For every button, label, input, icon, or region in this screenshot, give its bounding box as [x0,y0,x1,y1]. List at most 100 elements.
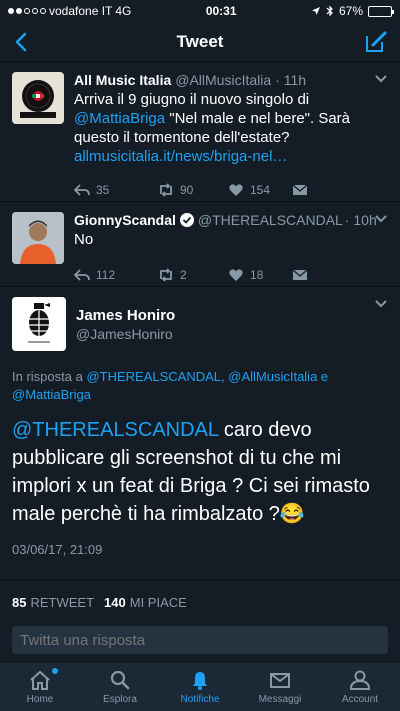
retweet-total[interactable]: 85 [12,595,26,610]
tab-bar: Home Esplora Notifiche Messaggi Account [0,661,400,711]
reply-icon [74,269,90,281]
tweet-header: All Music Italia @AllMusicItalia · 11h [74,72,388,88]
signal-icon [8,8,46,14]
avatar[interactable] [12,72,64,124]
like-button[interactable]: 18 [228,267,292,283]
vinyl-logo-icon [20,80,56,118]
retweet-count: 90 [180,183,194,197]
tweet-body: GionnyScandal @THEREALSCANDAL · 10h No 1… [74,212,388,286]
heart-icon [229,184,243,196]
dm-button[interactable] [292,267,308,283]
tab-notifications[interactable]: Notifiche [160,662,240,711]
tweet-timestamp: 03/06/17, 21:09 [12,542,103,557]
compose-icon[interactable] [364,30,388,54]
home-icon [30,670,50,690]
location-icon [311,7,320,15]
nav-bar: Tweet [0,22,400,62]
page-title: Tweet [176,31,224,51]
reply-input[interactable] [12,626,388,654]
mention-link[interactable]: @THEREALSCANDAL [86,369,221,384]
tweet-time: · 10h [344,212,377,228]
reply-count: 35 [96,183,110,197]
network-label: 4G [115,4,132,18]
like-count: 18 [250,268,264,282]
focused-tweet-header: James Honiro @JamesHoniro [12,297,388,351]
grenade-icon [12,297,66,351]
avatar[interactable] [12,297,66,351]
person-photo-icon [12,212,64,264]
focused-tweet: James Honiro @JamesHoniro In risposta a … [0,287,400,580]
status-bar: vodafone IT 4G 00:31 67% [0,0,400,22]
heart-icon [229,269,243,281]
tab-home[interactable]: Home [0,662,80,711]
chevron-down-icon[interactable] [374,74,388,84]
like-total[interactable]: 140 [104,595,126,610]
tab-label: Esplora [103,693,137,705]
tab-label: Home [26,693,54,705]
dm-button[interactable] [292,182,308,198]
tweet-item[interactable]: GionnyScandal @THEREALSCANDAL · 10h No 1… [0,202,400,287]
bluetooth-icon [326,5,333,17]
retweet-icon [160,183,172,197]
reply-button[interactable]: 35 [74,182,138,198]
tab-account[interactable]: Account [320,662,400,711]
tab-explore[interactable]: Esplora [80,662,160,711]
author-name[interactable]: James Honiro [76,307,175,324]
clock: 00:31 [205,4,237,18]
focused-tweet-text: @THEREALSCANDAL caro devo pubblicare gli… [12,416,388,528]
like-label[interactable]: MI PIACE [130,595,187,610]
battery-percent: 67% [338,4,363,18]
author-handle[interactable]: @AllMusicItalia [175,72,271,88]
envelope-icon [292,269,308,280]
author-handle[interactable]: @THEREALSCANDAL [198,212,343,228]
mention-link[interactable]: @THEREALSCANDAL [12,419,218,441]
tweet-body: All Music Italia @AllMusicItalia · 11h A… [74,72,388,201]
tweet-text-part: Arriva il 9 giugno il nuovo singolo di [74,91,310,108]
back-chevron-icon[interactable] [10,30,34,54]
tweet-header: GionnyScandal @THEREALSCANDAL · 10h [74,212,388,228]
reply-icon [74,184,90,196]
focused-author: James Honiro @JamesHoniro [76,307,175,342]
tweet-time: · 11h [275,72,307,88]
retweet-icon [160,268,172,282]
tab-label: Messaggi [258,693,302,705]
carrier-label: vodafone IT [49,4,113,18]
avatar[interactable] [12,212,64,264]
like-count: 154 [250,183,271,197]
retweet-count: 2 [180,268,187,282]
author-name[interactable]: All Music Italia [74,72,171,88]
reply-bar [0,618,400,662]
tweet-item[interactable]: All Music Italia @AllMusicItalia · 11h A… [0,62,400,202]
chevron-down-icon[interactable] [374,214,388,224]
unread-dot [52,668,58,674]
mention-link[interactable]: @MattiaBriga [74,110,165,127]
mention-link[interactable]: @MattiaBriga [12,387,91,402]
bell-icon [193,671,207,690]
reply-button[interactable]: 112 [74,267,138,283]
mention-link[interactable]: @AllMusicItalia [228,369,317,384]
retweet-label[interactable]: RETWEET [30,595,94,610]
battery-icon [368,5,394,17]
tab-label: Notifiche [180,693,220,705]
like-button[interactable]: 154 [228,182,292,198]
tweet-text: Arriva il 9 giugno il nuovo singolo di @… [74,90,388,166]
tweet-text: No [74,231,94,248]
status-right: 67% [311,4,394,18]
verified-badge-icon [179,213,194,227]
reply-context: In risposta a @THEREALSCANDAL, @AllMusic… [12,368,388,404]
tab-label: Account [341,693,379,705]
status-left: vodafone IT 4G [8,4,131,18]
retweet-button[interactable]: 90 [158,182,222,198]
tab-messages[interactable]: Messaggi [240,662,320,711]
envelope-icon [292,184,308,195]
retweet-button[interactable]: 2 [158,267,222,283]
person-icon [349,670,371,690]
reply-and: e [317,369,329,384]
author-name[interactable]: GionnyScandal [74,212,176,228]
chevron-down-icon[interactable] [374,299,388,309]
url-link[interactable]: allmusicitalia.it/news/briga-nel… [74,148,287,165]
author-handle[interactable]: @JamesHoniro [76,326,175,342]
reply-prefix: In risposta a [12,369,87,384]
reply-count: 112 [96,268,116,282]
search-icon [110,670,130,689]
